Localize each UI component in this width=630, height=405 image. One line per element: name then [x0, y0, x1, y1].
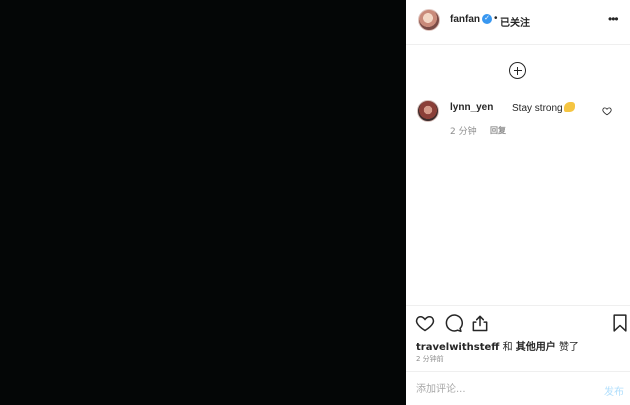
- likes-summary: travelwithsteff 和 其他用户 赞了: [416, 338, 579, 353]
- load-more-icon[interactable]: [509, 62, 526, 79]
- liker-username[interactable]: travelwithsteff: [416, 342, 499, 353]
- heart-icon[interactable]: [415, 313, 435, 333]
- comment-body: Stay strong: [512, 102, 575, 114]
- commenter-avatar[interactable]: [417, 100, 439, 122]
- follow-status-button[interactable]: 已关注: [500, 14, 530, 29]
- likes-suffix: 赞了: [558, 342, 579, 353]
- more-icon[interactable]: •••: [608, 13, 622, 26]
- comment-icon[interactable]: [443, 313, 463, 333]
- share-icon[interactable]: [470, 313, 490, 333]
- comment-time: 2 分钟: [450, 127, 477, 137]
- post-timestamp: 2 分钟前: [416, 355, 444, 363]
- flexed-biceps-emoji: [563, 102, 575, 112]
- comment-text: Stay strong: [512, 103, 563, 114]
- likes-connector: 和: [502, 342, 513, 353]
- reply-button[interactable]: 回复: [490, 125, 506, 136]
- verified-icon: ✓: [482, 14, 492, 24]
- comment-input[interactable]: [416, 382, 586, 396]
- header-separator: •: [494, 13, 498, 24]
- other-likers-link[interactable]: 其他用户: [516, 342, 556, 353]
- comment-heart-icon[interactable]: [602, 106, 612, 116]
- post-comment-button[interactable]: 发布: [604, 383, 624, 398]
- actions-divider: [406, 305, 630, 306]
- author-username[interactable]: fanfan: [450, 14, 480, 25]
- post-side-panel: fanfan ✓ • 已关注 ••• lynn_yen Stay strong …: [406, 0, 630, 405]
- author-avatar[interactable]: [418, 9, 440, 31]
- post-media[interactable]: [0, 0, 406, 405]
- bookmark-icon[interactable]: [610, 313, 630, 333]
- commenter-username[interactable]: lynn_yen: [450, 102, 493, 113]
- post-header: fanfan ✓ • 已关注 •••: [406, 0, 630, 45]
